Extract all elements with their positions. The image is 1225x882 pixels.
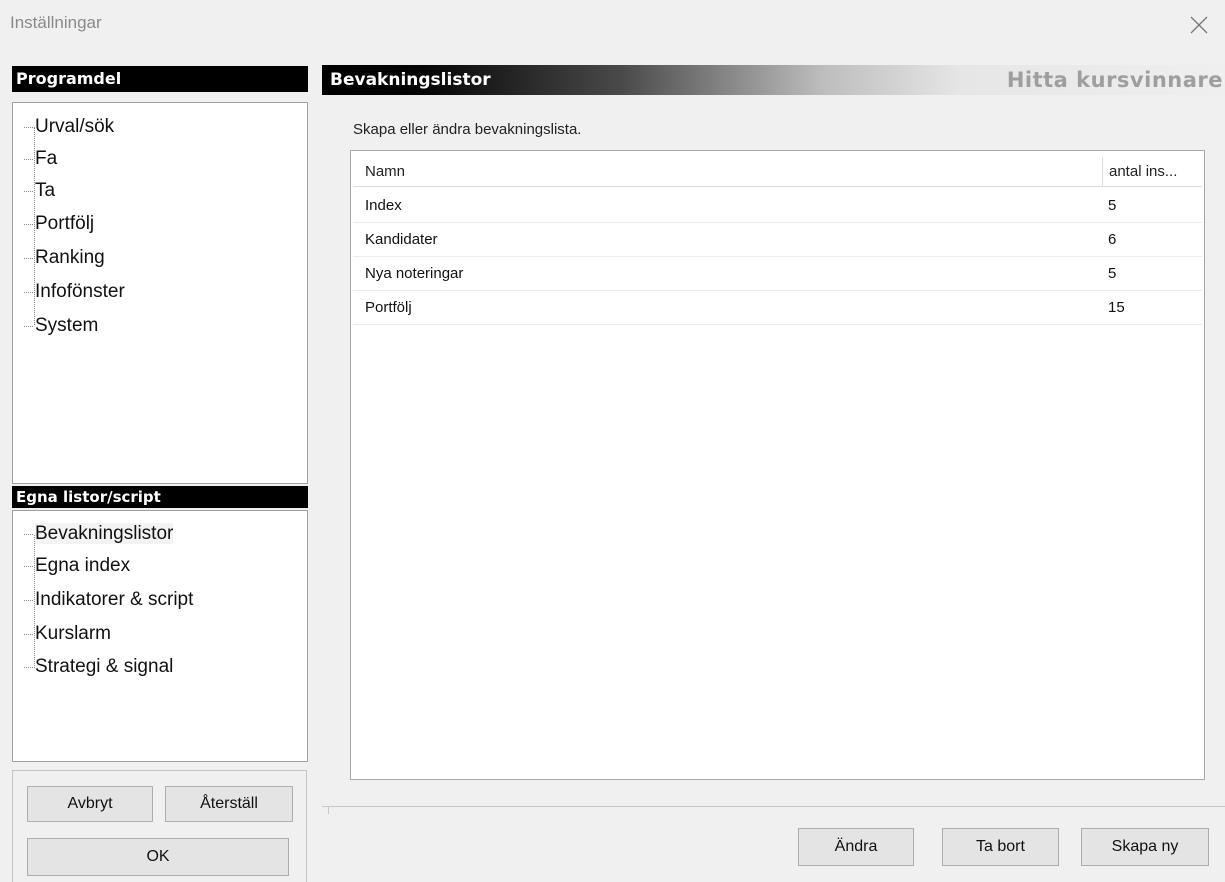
edit-button[interactable]: Ändra: [798, 828, 914, 866]
ok-button[interactable]: OK: [27, 838, 289, 876]
reset-button[interactable]: Återställ: [165, 786, 293, 822]
description-text: Skapa eller ändra bevakningslista.: [353, 121, 582, 138]
title-bar: Inställningar: [0, 0, 1225, 50]
column-header-name[interactable]: Namn: [353, 157, 1103, 187]
table-row[interactable]: Portfölj 15: [353, 291, 1202, 325]
tree-item-ta[interactable]: Ta: [24, 176, 55, 206]
page-title: Bevakningslistor: [330, 70, 491, 90]
lists-section-header: Egna listor/script: [12, 486, 308, 508]
table-body: Index 5 Kandidater 6 Nya noteringar 5 Po…: [353, 189, 1202, 325]
divider: [322, 806, 1225, 807]
watchlist-table: Namn antal ins... Index 5 Kandidater 6 N…: [350, 150, 1205, 780]
close-icon[interactable]: [1188, 14, 1210, 36]
tree-item-indikatorer[interactable]: Indikatorer & script: [24, 585, 193, 615]
table-row[interactable]: Index 5: [353, 189, 1202, 223]
cell-name: Index: [365, 197, 402, 214]
tree-item-egna-index[interactable]: Egna index: [24, 551, 130, 581]
tree-item-bevakningslistor[interactable]: Bevakningslistor: [24, 519, 174, 549]
tree-item-portfolj[interactable]: Portfölj: [24, 209, 94, 239]
cell-count: 5: [1108, 265, 1117, 282]
tree-item-system[interactable]: System: [24, 311, 98, 341]
table-row[interactable]: Kandidater 6: [353, 223, 1202, 257]
tree-item-strategi[interactable]: Strategi & signal: [24, 652, 173, 682]
tree-item-ranking[interactable]: Ranking: [24, 243, 105, 273]
cell-count: 5: [1108, 197, 1117, 214]
divider-tick: [328, 806, 329, 814]
cell-count: 6: [1108, 231, 1117, 248]
brand-slogan: Hitta kursvinnare: [1006, 68, 1223, 92]
cell-count: 15: [1108, 299, 1125, 316]
window-title: Inställningar: [10, 13, 102, 32]
cell-name: Nya noteringar: [365, 265, 464, 282]
program-section-header: Programdel: [12, 66, 308, 92]
cell-name: Kandidater: [365, 231, 438, 248]
table-row[interactable]: Nya noteringar 5: [353, 257, 1202, 291]
main-header: Bevakningslistor Hitta kursvinnare: [322, 65, 1225, 95]
create-new-button[interactable]: Skapa ny: [1081, 828, 1209, 866]
lists-tree: Bevakningslistor Egna index Indikatorer …: [12, 510, 308, 762]
delete-button[interactable]: Ta bort: [942, 828, 1059, 866]
table-header: Namn antal ins...: [353, 157, 1202, 187]
tree-item-urval[interactable]: Urval/sök: [24, 112, 114, 142]
tree-item-infofonster[interactable]: Infofönster: [24, 277, 125, 307]
cell-name: Portfölj: [365, 299, 412, 316]
tree-item-fa[interactable]: Fa: [24, 144, 57, 174]
cancel-button[interactable]: Avbryt: [27, 786, 153, 822]
column-header-count[interactable]: antal ins...: [1103, 157, 1202, 187]
tree-item-kurslarm[interactable]: Kurslarm: [24, 619, 111, 649]
program-tree: Urval/sök Fa Ta Portfölj Ranking Infofön…: [12, 102, 308, 484]
